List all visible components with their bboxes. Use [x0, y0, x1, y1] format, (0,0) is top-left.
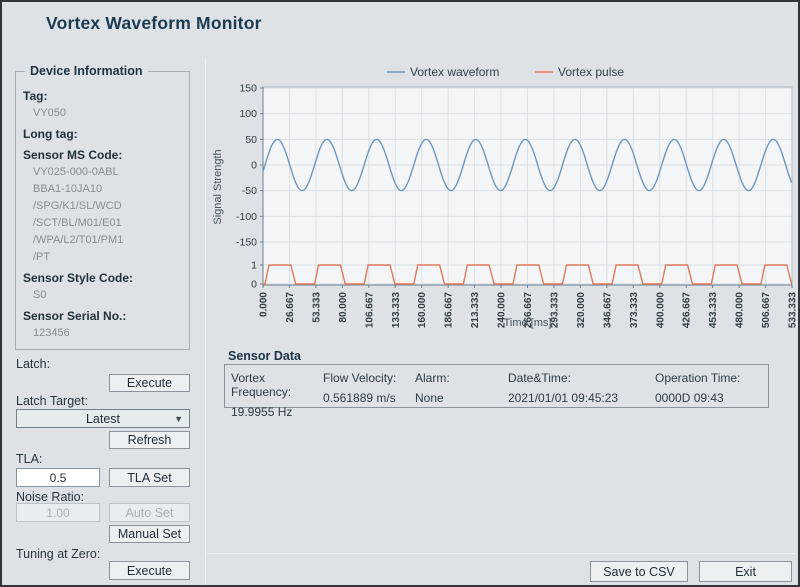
- sensor-data-label: Operation Time:: [655, 371, 765, 385]
- sensor-data-column: Alarm: None: [415, 371, 508, 407]
- device-field-label: Sensor MS Code:: [23, 148, 183, 162]
- exit-button[interactable]: Exit: [699, 561, 792, 582]
- device-field-value: /PT: [33, 250, 183, 264]
- device-field-value: BBA1-10JA10: [33, 182, 183, 196]
- device-information-title: Device Information: [25, 64, 148, 78]
- device-field-value: S0: [33, 288, 183, 302]
- auto-set-button: Auto Set: [109, 503, 190, 522]
- y-tick-label: 150: [239, 83, 257, 95]
- y-tick-label: 0: [251, 279, 257, 291]
- x-tick-label: 453.333: [708, 292, 719, 329]
- tla-label: TLA:: [16, 452, 42, 466]
- x-tick-label: 80.000: [338, 292, 349, 323]
- device-field-label: Sensor Style Code:: [23, 271, 183, 285]
- y-tick-label: 50: [245, 134, 257, 146]
- y-tick-label: 100: [239, 108, 257, 120]
- sensor-data-label: Alarm:: [415, 371, 508, 385]
- device-information-group: Device Information Tag:VY050Long tag:Sen…: [15, 71, 190, 350]
- x-tick-label: 160.000: [417, 292, 428, 329]
- save-to-csv-button[interactable]: Save to CSV: [590, 561, 688, 582]
- sensor-data-value: None: [415, 391, 508, 405]
- legend-label: Vortex waveform: [410, 65, 499, 79]
- tla-input[interactable]: [16, 468, 100, 487]
- x-tick-label: 506.667: [761, 292, 772, 329]
- device-field-label: Tag:: [23, 89, 183, 103]
- device-field-value: VY050: [33, 106, 183, 120]
- x-tick-label: 373.333: [629, 292, 640, 329]
- noise-ratio-input: [16, 503, 100, 522]
- latch-target-select[interactable]: Latest ▼: [16, 409, 190, 428]
- sensor-data-table: Vortex Frequency:19.9955 HzFlow Velocity…: [224, 364, 769, 408]
- y-axis-title: Signal Strength: [212, 149, 224, 224]
- legend-label: Vortex pulse: [558, 65, 624, 79]
- x-tick-label: 400.000: [655, 292, 666, 329]
- latch-label: Latch:: [16, 357, 50, 371]
- footer-separator: [207, 553, 795, 554]
- y-tick-label: -50: [242, 185, 257, 197]
- device-field-value: /SCT/BL/M01/E01: [33, 216, 183, 230]
- noise-ratio-label: Noise Ratio:: [16, 490, 84, 504]
- latch-target-value: Latest: [86, 412, 120, 426]
- sensor-data-column: Vortex Frequency:19.9955 Hz: [231, 371, 323, 407]
- x-tick-label: 533.333: [788, 292, 799, 329]
- x-tick-label: 480.000: [735, 292, 746, 329]
- sensor-data-column: Flow Velocity: 0.561889 m/s: [323, 371, 415, 407]
- sensor-data-value: 2021/01/01 09:45:23: [508, 391, 655, 405]
- y-tick-label: 1: [251, 260, 257, 272]
- title-separator: [10, 46, 793, 47]
- x-tick-label: 213.333: [470, 292, 481, 329]
- x-tick-label: 426.667: [682, 292, 693, 329]
- latch-target-label: Latch Target:: [16, 394, 88, 408]
- y-tick-label: -100: [236, 211, 257, 223]
- x-tick-label: 346.667: [602, 292, 613, 329]
- sensor-data-title: Sensor Data: [228, 349, 301, 363]
- device-field-label: Long tag:: [23, 127, 183, 141]
- device-field-label: Sensor Serial No.:: [23, 309, 183, 323]
- x-axis-title: Time [ms]: [504, 317, 552, 329]
- y-tick-label: 0: [251, 160, 257, 172]
- x-tick-label: 106.667: [364, 292, 375, 329]
- device-info-fields: Tag: VY050 Long tag: Sensor MS Code: VY025-0…: [16, 72, 189, 340]
- latch-execute-button[interactable]: Execute: [109, 374, 190, 392]
- device-field-value: VY025-000-0ABL: [33, 165, 183, 179]
- device-field-value: /WPA/L2/T01/PM1: [33, 233, 183, 247]
- chevron-down-icon: ▼: [174, 414, 183, 424]
- chart-gridlines: [263, 87, 792, 285]
- device-field-value: /SPG/K1/SL/WCD: [33, 199, 183, 213]
- sensor-data-value: 0.561889 m/s: [323, 391, 415, 405]
- waveform-chart: 150100500-50-100-150100.00026.66753.3338…: [207, 54, 800, 345]
- device-field-value: 123456: [33, 326, 183, 340]
- tla-set-button[interactable]: TLA Set: [109, 468, 190, 487]
- sensor-data-column: Operation Time: 0000D 09:43: [655, 371, 765, 407]
- x-tick-label: 133.333: [391, 292, 402, 329]
- x-tick-label: 26.667: [285, 292, 296, 323]
- x-tick-label: 186.667: [444, 292, 455, 329]
- tuning-at-zero-label: Tuning at Zero:: [16, 547, 100, 561]
- panel-separator: [205, 58, 206, 585]
- vortex-waveform-monitor-window: Vortex Waveform Monitor Device Informati…: [0, 0, 800, 587]
- x-tick-label: 320.000: [576, 292, 587, 329]
- sensor-data-value: 0000D 09:43: [655, 391, 765, 405]
- y-tick-label: -150: [236, 237, 257, 249]
- page-title: Vortex Waveform Monitor: [46, 13, 262, 34]
- sensor-data-label: Date&Time:: [508, 371, 655, 385]
- sensor-data-label: Flow Velocity:: [323, 371, 415, 385]
- tuning-execute-button[interactable]: Execute: [109, 561, 190, 580]
- x-tick-label: 0.000: [259, 292, 270, 317]
- sensor-data-column: Date&Time: 2021/01/01 09:45:23: [508, 371, 655, 407]
- x-tick-label: 53.333: [311, 292, 322, 323]
- manual-set-button[interactable]: Manual Set: [109, 525, 190, 543]
- chart-legend: Vortex waveform Vortex pulse: [387, 65, 624, 79]
- refresh-button[interactable]: Refresh: [109, 431, 190, 449]
- sensor-data-label: Vortex Frequency:: [231, 371, 323, 399]
- sensor-data-value: 19.9955 Hz: [231, 405, 323, 419]
